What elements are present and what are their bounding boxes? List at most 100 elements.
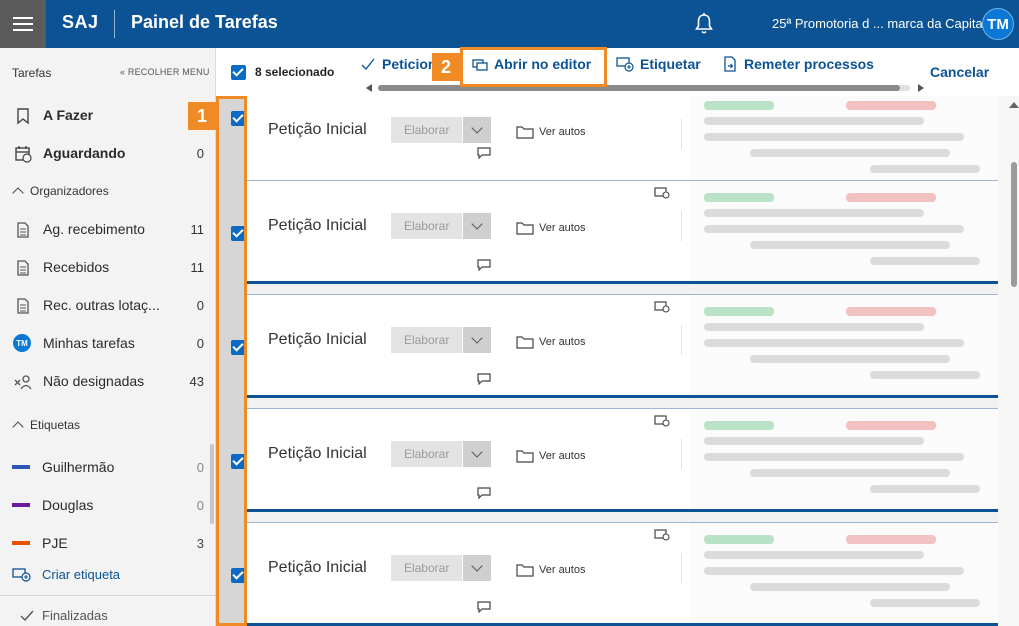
unit-selector[interactable]: 25ª Promotoria d ... marca da Capital	[772, 16, 986, 31]
task-row-checkbox[interactable]	[231, 226, 246, 241]
sidebar-item-recebidos[interactable]: Recebidos 11	[0, 248, 216, 286]
cancel-button[interactable]: Cancelar	[930, 64, 989, 80]
view-case-files-link[interactable]: Ver autos	[516, 125, 585, 139]
menu-line	[13, 29, 33, 31]
toolbar-horizontal-scrollbar[interactable]	[366, 84, 926, 92]
task-row[interactable]: Petição Inicial Elaborar Ver autos	[246, 180, 998, 284]
comment-icon[interactable]	[477, 147, 491, 159]
redacted-line	[750, 469, 950, 477]
folder-icon	[516, 564, 534, 577]
view-case-files-label: Ver autos	[539, 126, 586, 138]
tray-icon[interactable]	[654, 301, 670, 313]
tray-icon[interactable]	[654, 529, 670, 541]
sidebar: Tarefas « RECOLHER MENU A Fazer Aguardan…	[0, 48, 216, 626]
elaborate-dropdown-button[interactable]	[463, 327, 491, 353]
action-label: Remeter processos	[744, 56, 874, 72]
tag-color-swatch	[12, 541, 30, 545]
view-case-files-link[interactable]: Ver autos	[516, 563, 585, 577]
task-row[interactable]: Petição Inicial Elaborar Ver autos	[246, 294, 998, 398]
sidebar-item-label: Douglas	[42, 497, 94, 513]
elaborate-button[interactable]: Elaborar	[391, 117, 463, 143]
bell-icon[interactable]	[694, 12, 714, 36]
check-icon	[361, 58, 375, 71]
elaborate-dropdown-button[interactable]	[463, 555, 491, 581]
redacted-status	[846, 307, 936, 316]
scroll-up-arrow-icon[interactable]	[1009, 102, 1019, 108]
elaborate-button[interactable]: Elaborar	[391, 555, 463, 581]
peticionar-button[interactable]: Peticion	[360, 56, 436, 72]
brand-logo[interactable]: SAJ	[62, 12, 99, 33]
folder-icon	[516, 126, 534, 139]
row-divider	[681, 439, 682, 469]
editor-icon	[472, 59, 488, 71]
sidebar-item-aguardando[interactable]: Aguardando 0	[0, 134, 216, 172]
send-processes-button[interactable]: Remeter processos	[722, 56, 874, 72]
sidebar-item-ag-recebimento[interactable]: Ag. recebimento 11	[0, 210, 216, 248]
elaborate-dropdown-button[interactable]	[463, 213, 491, 239]
redacted-line	[704, 567, 964, 575]
elaborate-dropdown-button[interactable]	[463, 441, 491, 467]
avatar-icon: TM	[13, 334, 31, 352]
comment-icon[interactable]	[477, 373, 491, 385]
comment-icon[interactable]	[477, 601, 491, 613]
elaborate-dropdown-button[interactable]	[463, 117, 491, 143]
elaborate-button[interactable]: Elaborar	[391, 441, 463, 467]
tag-button[interactable]: Etiquetar	[616, 56, 701, 72]
sidebar-item-label: Guilhermão	[42, 459, 115, 475]
elaborate-button[interactable]: Elaborar	[391, 213, 463, 239]
elaborate-button[interactable]: Elaborar	[391, 327, 463, 353]
tags-heading: Etiquetas	[30, 418, 81, 432]
task-row[interactable]: Petição Inicial Elaborar Ver autos	[246, 522, 998, 626]
sidebar-tag-pje[interactable]: PJE 3	[0, 524, 216, 562]
sidebar-item-nao-designadas[interactable]: Não designadas 43	[0, 362, 216, 400]
sidebar-item-count: 0	[196, 335, 204, 351]
comment-icon[interactable]	[477, 259, 491, 271]
redacted-line	[870, 599, 980, 607]
sidebar-item-rec-outras-lotacoes[interactable]: Rec. outras lotaç... 0	[0, 286, 216, 324]
chevron-down-icon	[471, 446, 483, 458]
content-scrollbar[interactable]	[1011, 162, 1017, 287]
task-row[interactable]: Petição Inicial Elaborar Ver autos	[246, 408, 998, 512]
organizers-section-toggle[interactable]: Organizadores	[12, 184, 109, 199]
view-case-files-label: Ver autos	[539, 222, 586, 234]
sidebar-item-label: Não designadas	[43, 373, 145, 389]
open-in-editor-button[interactable]: Abrir no editor	[472, 56, 591, 72]
tray-icon[interactable]	[654, 187, 670, 199]
sidebar-tag-douglas[interactable]: Douglas 0	[0, 486, 216, 524]
folder-icon	[516, 222, 534, 235]
scroll-left-arrow-icon[interactable]	[366, 84, 372, 92]
task-row-checkbox[interactable]	[231, 568, 246, 583]
redacted-line	[704, 117, 924, 125]
sidebar-item-a-fazer[interactable]: A Fazer	[0, 96, 216, 134]
unassigned-icon	[14, 375, 32, 390]
view-case-files-link[interactable]: Ver autos	[516, 335, 585, 349]
row-divider	[681, 553, 682, 583]
create-tag-button[interactable]: Criar etiqueta	[12, 566, 120, 582]
tray-icon[interactable]	[654, 415, 670, 427]
top-bar: SAJ Painel de Tarefas 25ª Promotoria d .…	[0, 0, 1019, 48]
scroll-right-arrow-icon[interactable]	[918, 84, 924, 92]
tags-section-toggle[interactable]: Etiquetas	[12, 418, 81, 433]
sidebar-item-label: Recebidos	[43, 259, 110, 275]
collapse-menu-button[interactable]: « RECOLHER MENU	[120, 67, 210, 77]
task-row[interactable]: Petição Inicial Elaborar Ver autos	[246, 96, 998, 192]
task-title: Petição Inicial	[268, 559, 367, 576]
sidebar-scrollbar[interactable]	[210, 444, 214, 524]
task-row-checkbox[interactable]	[231, 111, 246, 126]
hamburger-menu-button[interactable]	[0, 0, 46, 48]
comment-icon[interactable]	[477, 487, 491, 499]
document-icon	[17, 222, 29, 238]
sidebar-tag-guilhermao[interactable]: Guilhermão 0	[0, 448, 216, 486]
task-row-checkbox[interactable]	[231, 340, 246, 355]
redacted-line	[704, 339, 964, 347]
scroll-thumb[interactable]	[378, 85, 900, 91]
view-case-files-link[interactable]: Ver autos	[516, 221, 585, 235]
sidebar-item-finalizadas[interactable]: Finalizadas	[20, 608, 108, 623]
view-case-files-link[interactable]: Ver autos	[516, 449, 585, 463]
redacted-line	[704, 323, 924, 331]
select-all-checkbox[interactable]	[231, 65, 246, 80]
folder-icon	[516, 450, 534, 463]
sidebar-item-minhas-tarefas[interactable]: TM Minhas tarefas 0	[0, 324, 216, 362]
task-row-checkbox[interactable]	[231, 454, 246, 469]
user-avatar[interactable]: TM	[982, 8, 1014, 40]
